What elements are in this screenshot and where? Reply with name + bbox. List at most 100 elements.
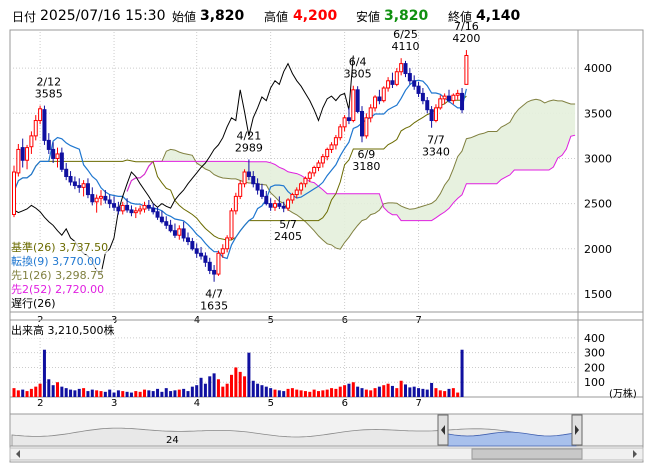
high-value: 4,200: [293, 8, 338, 24]
datetime-value: 2025/07/16 15:30: [40, 8, 166, 24]
volume-bar: [156, 388, 160, 397]
annotation-value: 3585: [35, 88, 63, 101]
candle-body: [412, 80, 417, 87]
volume-bar: [138, 391, 142, 397]
volume-title-value: 3,210,500株: [47, 324, 115, 337]
candle-body: [464, 54, 469, 85]
volume-bar: [386, 383, 390, 397]
candle-body: [55, 153, 60, 159]
candle-body: [242, 171, 247, 185]
candle-body: [420, 92, 425, 102]
volume-bar: [77, 388, 81, 397]
volume-bar: [234, 367, 238, 397]
candle-body: [186, 237, 190, 243]
annotation-value: 2405: [274, 230, 302, 243]
legend-tenkan: 転換(9) 3,770.00: [11, 255, 102, 268]
annotation-value: 1635: [200, 300, 228, 313]
candle-body: [142, 204, 147, 210]
volume-bar: [460, 349, 464, 397]
candle-body: [364, 117, 369, 137]
price-tick-label: 4000: [584, 62, 612, 75]
volume-bar: [230, 374, 233, 397]
candle-body: [403, 63, 408, 75]
candle-body: [90, 194, 95, 203]
volume-bar: [417, 388, 421, 397]
volume-tick-label: 400: [584, 332, 605, 345]
volume-bar: [38, 383, 42, 397]
candle-body: [460, 92, 465, 111]
candle-body: [33, 120, 38, 137]
candle-body: [416, 85, 421, 94]
candle-body: [77, 185, 82, 188]
volume-tick-label: 200: [584, 361, 605, 374]
candle-body: [273, 203, 277, 208]
volume-bar: [290, 388, 294, 397]
low-label: 安値: [356, 10, 381, 24]
volume-bar: [269, 388, 273, 397]
volume-bar: [99, 391, 103, 397]
candle-body: [199, 252, 204, 257]
scrollbar-thumb[interactable]: [471, 448, 583, 460]
legend-tenkan-label: 転換(9): [11, 255, 49, 268]
annotation-value: 4110: [392, 40, 420, 53]
annotation-value: 4200: [452, 32, 480, 45]
candle-body: [155, 211, 160, 218]
candle-body: [238, 183, 243, 197]
volume-bar: [395, 388, 399, 397]
volume-bar: [134, 391, 138, 397]
volume-bar: [412, 386, 416, 397]
volume-bar: [21, 389, 25, 397]
candle-body: [42, 109, 47, 141]
price-tick-label: 3500: [584, 107, 612, 120]
volume-bar: [90, 389, 94, 397]
volume-bar: [125, 391, 129, 397]
volume-bar: [443, 391, 447, 397]
volume-bar: [247, 352, 251, 397]
volume-bar: [399, 380, 403, 397]
candle-body: [68, 176, 73, 183]
legend-kijun-value: 3,737.50: [59, 241, 109, 254]
candle-body: [294, 189, 299, 196]
chart-canvas: 1500200025003000350040002345672/1235854/…: [9, 20, 644, 463]
volume-bar: [295, 389, 299, 397]
volume-bar: [190, 386, 194, 397]
candle-body: [120, 204, 125, 212]
candle-body: [299, 183, 304, 191]
price-tick-label: 3000: [584, 152, 612, 165]
volume-bar: [369, 390, 373, 397]
volume-bar: [430, 382, 434, 397]
candle-body: [264, 195, 269, 205]
volume-bar: [373, 388, 377, 397]
volume-bar: [456, 392, 460, 397]
volume-bar: [60, 386, 64, 397]
volume-bar: [451, 388, 455, 397]
candle-body: [159, 216, 164, 223]
volume-bar: [343, 385, 347, 397]
price-tick-label: 2000: [584, 243, 612, 256]
candle-body: [346, 117, 351, 122]
candle-body: [229, 210, 234, 239]
volume-bar: [286, 388, 290, 397]
legend-senkou2-label: 先2(52): [11, 283, 52, 296]
candle-body: [447, 95, 451, 102]
candle-body: [290, 194, 295, 201]
annotation-value: 3340: [422, 146, 450, 159]
candle-body: [277, 203, 282, 207]
volume-bar: [182, 388, 186, 397]
candle-body: [442, 95, 447, 100]
volume-bar: [177, 389, 181, 397]
candle-body: [138, 208, 143, 212]
candle-body: [425, 100, 430, 111]
candle-body: [151, 207, 156, 213]
volume-bar: [334, 388, 338, 397]
candle-body: [168, 224, 173, 232]
candle-body: [190, 241, 195, 250]
candle-body: [112, 203, 117, 208]
volume-bar: [312, 389, 316, 397]
volume-bar: [404, 384, 407, 397]
volume-unit: (万株): [609, 389, 637, 400]
candle-body: [38, 108, 43, 122]
volume-bar: [421, 388, 425, 397]
volume-bar: [356, 386, 360, 397]
candle-body: [307, 172, 312, 179]
